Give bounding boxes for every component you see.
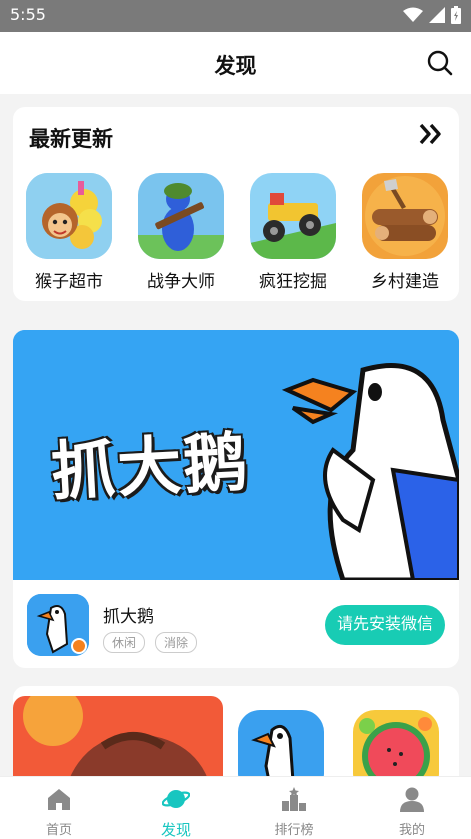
- search-icon[interactable]: [427, 50, 453, 76]
- digger-game-icon: [250, 173, 336, 259]
- tab-discover[interactable]: 发现: [131, 785, 221, 839]
- app-item[interactable]: 乡村建造: [355, 173, 455, 292]
- banner-title: 抓大鹅: [49, 425, 252, 511]
- monkey-game-icon: [26, 173, 112, 259]
- tab-profile[interactable]: 我的: [367, 785, 457, 838]
- page-title: 发现: [214, 54, 257, 78]
- next-section-card: [13, 686, 459, 786]
- install-wechat-button[interactable]: 请先安装微信: [324, 605, 445, 645]
- podium-icon: [282, 787, 306, 811]
- latest-updates-card: 最新更新 猴子超市 战争大师 疯狂挖掘 乡村建造: [13, 107, 459, 301]
- app-name: 猴子超市: [35, 272, 103, 292]
- battery-icon: [451, 6, 461, 24]
- tab-label: 发现: [160, 821, 191, 839]
- tab-label: 我的: [398, 823, 425, 838]
- promo-banner[interactable]: [13, 696, 223, 786]
- tab-label: 首页: [45, 823, 72, 838]
- soldier-game-icon: [138, 173, 224, 259]
- game-name: 抓大鹅: [103, 607, 154, 627]
- logs-game-icon: [362, 173, 448, 259]
- signal-icon: [429, 7, 445, 23]
- bottom-tab-bar: 首页 发现 排行榜 我的: [0, 776, 471, 839]
- watermelon-app-icon[interactable]: [353, 710, 439, 786]
- section-title: 最新更新: [29, 127, 113, 151]
- app-item[interactable]: 疯狂挖掘: [243, 173, 343, 292]
- tab-ranking[interactable]: 排行榜: [249, 785, 339, 838]
- game-tags: 休闲 消除: [103, 632, 198, 653]
- tab-home[interactable]: 首页: [14, 785, 104, 838]
- goose-app-icon[interactable]: [238, 710, 324, 786]
- featured-game-card[interactable]: 抓大鹅 抓大鹅 休闲 消除 请先安装微信: [13, 330, 459, 668]
- app-item[interactable]: 猴子超市: [19, 173, 119, 292]
- wifi-icon: [403, 7, 423, 22]
- planet-icon: [161, 790, 191, 808]
- double-chevron-right-icon[interactable]: [419, 121, 443, 147]
- status-bar: 5:55: [0, 0, 471, 32]
- tag: 消除: [155, 632, 198, 653]
- app-name: 乡村建造: [371, 272, 439, 292]
- app-item[interactable]: 战争大师: [131, 173, 231, 292]
- page-header: 发现: [0, 32, 471, 94]
- home-icon: [48, 789, 70, 810]
- user-icon: [400, 787, 424, 812]
- tag: 休闲: [103, 632, 146, 653]
- status-time: 5:55: [10, 5, 46, 24]
- goose-game-icon: [27, 594, 89, 656]
- app-name: 疯狂挖掘: [259, 272, 327, 292]
- featured-banner[interactable]: 抓大鹅: [13, 330, 459, 580]
- tab-label: 排行榜: [274, 823, 314, 838]
- app-name: 战争大师: [147, 272, 215, 292]
- status-icons: [403, 6, 461, 24]
